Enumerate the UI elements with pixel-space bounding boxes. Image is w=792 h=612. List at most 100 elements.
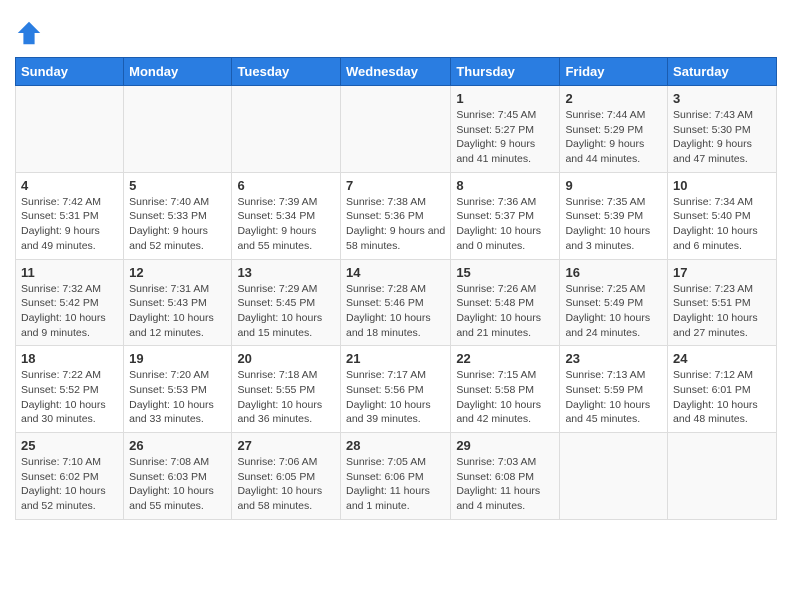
calendar-cell: 4 Sunrise: 7:42 AMSunset: 5:31 PMDaylight… xyxy=(16,172,124,259)
day-info: Sunrise: 7:32 AMSunset: 5:42 PMDaylight:… xyxy=(21,282,118,341)
day-number: 15 xyxy=(456,265,554,280)
day-info: Sunrise: 7:42 AMSunset: 5:31 PMDaylight:… xyxy=(21,195,118,254)
day-number: 29 xyxy=(456,438,554,453)
calendar-cell: 2 Sunrise: 7:44 AMSunset: 5:29 PMDaylight… xyxy=(560,86,668,173)
day-number: 4 xyxy=(21,178,118,193)
page-header xyxy=(15,15,777,47)
calendar-cell: 16 Sunrise: 7:25 AMSunset: 5:49 PMDayligh… xyxy=(560,259,668,346)
day-info: Sunrise: 7:36 AMSunset: 5:37 PMDaylight:… xyxy=(456,195,554,254)
day-number: 7 xyxy=(346,178,445,193)
day-number: 11 xyxy=(21,265,118,280)
col-header-friday: Friday xyxy=(560,58,668,86)
calendar-cell xyxy=(232,86,341,173)
calendar-cell: 1 Sunrise: 7:45 AMSunset: 5:27 PMDaylight… xyxy=(451,86,560,173)
day-number: 21 xyxy=(346,351,445,366)
day-number: 18 xyxy=(21,351,118,366)
col-header-wednesday: Wednesday xyxy=(340,58,450,86)
calendar-cell: 26 Sunrise: 7:08 AMSunset: 6:03 PMDayligh… xyxy=(124,433,232,520)
col-header-saturday: Saturday xyxy=(668,58,777,86)
calendar-cell xyxy=(560,433,668,520)
calendar-cell: 19 Sunrise: 7:20 AMSunset: 5:53 PMDayligh… xyxy=(124,346,232,433)
day-number: 14 xyxy=(346,265,445,280)
day-number: 1 xyxy=(456,91,554,106)
day-number: 27 xyxy=(237,438,335,453)
day-info: Sunrise: 7:29 AMSunset: 5:45 PMDaylight:… xyxy=(237,282,335,341)
day-info: Sunrise: 7:08 AMSunset: 6:03 PMDaylight:… xyxy=(129,455,226,514)
day-number: 10 xyxy=(673,178,771,193)
calendar-cell: 28 Sunrise: 7:05 AMSunset: 6:06 PMDayligh… xyxy=(340,433,450,520)
day-number: 19 xyxy=(129,351,226,366)
calendar-cell: 17 Sunrise: 7:23 AMSunset: 5:51 PMDayligh… xyxy=(668,259,777,346)
day-info: Sunrise: 7:38 AMSunset: 5:36 PMDaylight:… xyxy=(346,195,445,254)
day-info: Sunrise: 7:39 AMSunset: 5:34 PMDaylight:… xyxy=(237,195,335,254)
day-number: 26 xyxy=(129,438,226,453)
day-number: 16 xyxy=(565,265,662,280)
calendar-week-4: 18 Sunrise: 7:22 AMSunset: 5:52 PMDayligh… xyxy=(16,346,777,433)
day-number: 3 xyxy=(673,91,771,106)
day-info: Sunrise: 7:44 AMSunset: 5:29 PMDaylight:… xyxy=(565,108,662,167)
day-info: Sunrise: 7:35 AMSunset: 5:39 PMDaylight:… xyxy=(565,195,662,254)
day-info: Sunrise: 7:22 AMSunset: 5:52 PMDaylight:… xyxy=(21,368,118,427)
day-number: 23 xyxy=(565,351,662,366)
calendar-table: SundayMondayTuesdayWednesdayThursdayFrid… xyxy=(15,57,777,520)
calendar-cell: 7 Sunrise: 7:38 AMSunset: 5:36 PMDaylight… xyxy=(340,172,450,259)
day-number: 28 xyxy=(346,438,445,453)
calendar-cell: 27 Sunrise: 7:06 AMSunset: 6:05 PMDayligh… xyxy=(232,433,341,520)
calendar-week-5: 25 Sunrise: 7:10 AMSunset: 6:02 PMDayligh… xyxy=(16,433,777,520)
day-number: 6 xyxy=(237,178,335,193)
calendar-cell: 11 Sunrise: 7:32 AMSunset: 5:42 PMDayligh… xyxy=(16,259,124,346)
calendar-cell: 15 Sunrise: 7:26 AMSunset: 5:48 PMDayligh… xyxy=(451,259,560,346)
day-info: Sunrise: 7:15 AMSunset: 5:58 PMDaylight:… xyxy=(456,368,554,427)
day-info: Sunrise: 7:34 AMSunset: 5:40 PMDaylight:… xyxy=(673,195,771,254)
day-info: Sunrise: 7:26 AMSunset: 5:48 PMDaylight:… xyxy=(456,282,554,341)
logo xyxy=(15,19,47,47)
day-info: Sunrise: 7:23 AMSunset: 5:51 PMDaylight:… xyxy=(673,282,771,341)
calendar-week-2: 4 Sunrise: 7:42 AMSunset: 5:31 PMDaylight… xyxy=(16,172,777,259)
day-info: Sunrise: 7:10 AMSunset: 6:02 PMDaylight:… xyxy=(21,455,118,514)
day-info: Sunrise: 7:25 AMSunset: 5:49 PMDaylight:… xyxy=(565,282,662,341)
calendar-cell: 14 Sunrise: 7:28 AMSunset: 5:46 PMDayligh… xyxy=(340,259,450,346)
calendar-cell: 25 Sunrise: 7:10 AMSunset: 6:02 PMDayligh… xyxy=(16,433,124,520)
day-info: Sunrise: 7:06 AMSunset: 6:05 PMDaylight:… xyxy=(237,455,335,514)
calendar-week-3: 11 Sunrise: 7:32 AMSunset: 5:42 PMDayligh… xyxy=(16,259,777,346)
day-number: 22 xyxy=(456,351,554,366)
calendar-week-1: 1 Sunrise: 7:45 AMSunset: 5:27 PMDaylight… xyxy=(16,86,777,173)
day-number: 17 xyxy=(673,265,771,280)
calendar-cell: 5 Sunrise: 7:40 AMSunset: 5:33 PMDaylight… xyxy=(124,172,232,259)
calendar-cell xyxy=(124,86,232,173)
calendar-cell: 29 Sunrise: 7:03 AMSunset: 6:08 PMDayligh… xyxy=(451,433,560,520)
day-info: Sunrise: 7:43 AMSunset: 5:30 PMDaylight:… xyxy=(673,108,771,167)
col-header-sunday: Sunday xyxy=(16,58,124,86)
day-info: Sunrise: 7:18 AMSunset: 5:55 PMDaylight:… xyxy=(237,368,335,427)
calendar-cell: 22 Sunrise: 7:15 AMSunset: 5:58 PMDayligh… xyxy=(451,346,560,433)
day-number: 20 xyxy=(237,351,335,366)
day-number: 5 xyxy=(129,178,226,193)
day-info: Sunrise: 7:12 AMSunset: 6:01 PMDaylight:… xyxy=(673,368,771,427)
col-header-thursday: Thursday xyxy=(451,58,560,86)
day-number: 12 xyxy=(129,265,226,280)
calendar-cell xyxy=(340,86,450,173)
day-info: Sunrise: 7:13 AMSunset: 5:59 PMDaylight:… xyxy=(565,368,662,427)
day-number: 8 xyxy=(456,178,554,193)
day-info: Sunrise: 7:28 AMSunset: 5:46 PMDaylight:… xyxy=(346,282,445,341)
day-info: Sunrise: 7:45 AMSunset: 5:27 PMDaylight:… xyxy=(456,108,554,167)
calendar-cell: 21Sunrise: 7:17 AMSunset: 5:56 PMDayligh… xyxy=(340,346,450,433)
calendar-cell: 8 Sunrise: 7:36 AMSunset: 5:37 PMDaylight… xyxy=(451,172,560,259)
calendar-cell: 3 Sunrise: 7:43 AMSunset: 5:30 PMDaylight… xyxy=(668,86,777,173)
day-info: Sunrise: 7:05 AMSunset: 6:06 PMDaylight:… xyxy=(346,455,445,514)
col-header-tuesday: Tuesday xyxy=(232,58,341,86)
day-info: Sunrise: 7:20 AMSunset: 5:53 PMDaylight:… xyxy=(129,368,226,427)
calendar-cell: 24Sunrise: 7:12 AMSunset: 6:01 PMDayligh… xyxy=(668,346,777,433)
calendar-cell: 12 Sunrise: 7:31 AMSunset: 5:43 PMDayligh… xyxy=(124,259,232,346)
calendar-cell: 20 Sunrise: 7:18 AMSunset: 5:55 PMDayligh… xyxy=(232,346,341,433)
day-number: 25 xyxy=(21,438,118,453)
day-number: 2 xyxy=(565,91,662,106)
logo-icon xyxy=(15,19,43,47)
col-header-monday: Monday xyxy=(124,58,232,86)
day-number: 13 xyxy=(237,265,335,280)
day-number: 9 xyxy=(565,178,662,193)
day-info: Sunrise: 7:40 AMSunset: 5:33 PMDaylight:… xyxy=(129,195,226,254)
calendar-header-row: SundayMondayTuesdayWednesdayThursdayFrid… xyxy=(16,58,777,86)
day-info: Sunrise: 7:03 AMSunset: 6:08 PMDaylight:… xyxy=(456,455,554,514)
day-info: Sunrise: 7:31 AMSunset: 5:43 PMDaylight:… xyxy=(129,282,226,341)
